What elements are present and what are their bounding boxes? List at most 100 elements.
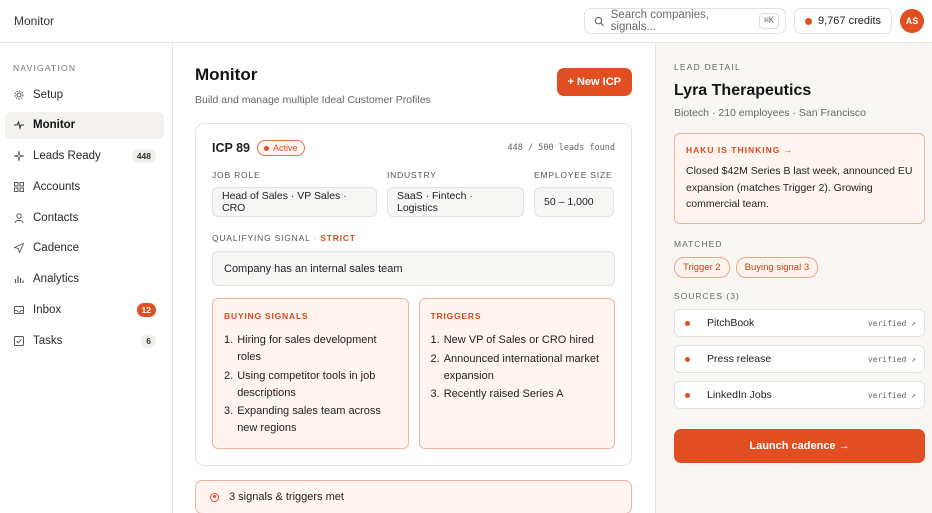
- new-icp-button[interactable]: + New ICP: [556, 68, 632, 96]
- thinking-title[interactable]: HAKU IS THINKING →: [686, 145, 913, 155]
- source-verified[interactable]: verified ↗: [868, 319, 916, 328]
- icp-name: ICP 89: [212, 141, 250, 155]
- triggers-box: TRIGGERS 1. New VP of Sales or CRO hired …: [418, 298, 615, 449]
- matched-tag[interactable]: Buying signal 3: [735, 257, 819, 278]
- lead-detail-heading: LEAD DETAIL: [674, 62, 741, 72]
- sidebar-item-leads-ready[interactable]: Leads Ready 448: [5, 143, 164, 170]
- top-bar: Monitor Search companies, signals... ⌘K …: [0, 0, 932, 43]
- job-role-field: JOB ROLE Head of Sales · VP Sales · CRO: [212, 170, 377, 217]
- list-item: 3. Expanding sales team across new region…: [224, 405, 381, 434]
- source-name: PitchBook: [707, 317, 755, 329]
- list-item: 1. Hiring for sales development roles: [224, 334, 377, 363]
- source-dot-icon: [685, 320, 690, 326]
- source-item[interactable]: Press release verified ↗: [674, 345, 925, 373]
- list-item: 2. Using competitor tools in job descript…: [224, 369, 376, 399]
- sidebar-item-tasks[interactable]: Tasks 6: [5, 327, 164, 354]
- signals-met-text: 3 signals & triggers met: [229, 491, 344, 503]
- sidebar-item-label: Monitor: [33, 119, 76, 132]
- sidebar-item-label: Contacts: [33, 211, 79, 224]
- lead-detail-panel: LEAD DETAIL Lyra Therapeutics Biotech · …: [655, 43, 932, 513]
- employee-size-value[interactable]: 50 – 1,000: [534, 187, 614, 217]
- qualifying-label-text: QUALIFYING SIGNAL ·: [212, 233, 321, 243]
- employee-size-field: EMPLOYEE SIZE 50 – 1,000: [534, 170, 614, 217]
- job-role-value[interactable]: Head of Sales · VP Sales · CRO: [212, 187, 377, 217]
- pulse-icon: [14, 120, 24, 131]
- credits-dot-icon: [805, 17, 813, 25]
- nav-heading: NAVIGATION: [13, 63, 77, 73]
- list-item: 2. Announced international market expansi…: [430, 352, 600, 382]
- credits-label: 9,767 credits: [818, 15, 881, 27]
- lead-company-name: Lyra Therapeutics: [674, 82, 812, 99]
- tasks-count-badge: 6: [141, 333, 156, 348]
- avatar[interactable]: AS: [900, 9, 924, 33]
- source-dot-icon: [685, 356, 690, 362]
- signals-row: BUYING SIGNALS 1. Hiring for sales develo…: [212, 298, 615, 449]
- icp-card-header: ICP 89 Active 448 / 500 leads found: [212, 140, 615, 156]
- sidebar-item-contacts[interactable]: Contacts: [5, 204, 164, 231]
- launch-cadence-button[interactable]: Launch cadence →: [674, 429, 925, 463]
- search-input[interactable]: Search companies, signals... ⌘K: [584, 8, 787, 34]
- list-item: 3. Recently raised Series A: [430, 388, 564, 400]
- search-placeholder: Search companies, signals...: [610, 9, 710, 33]
- source-verified[interactable]: verified ↗: [868, 391, 916, 400]
- signals-met-banner[interactable]: 3 signals & triggers met: [195, 480, 632, 513]
- triggers-title: TRIGGERS: [430, 311, 482, 321]
- sidebar-item-analytics[interactable]: Analytics: [5, 266, 164, 293]
- sidebar-item-monitor[interactable]: Monitor: [5, 111, 164, 139]
- industry-value[interactable]: SaaS · Fintech · Logistics: [387, 187, 524, 217]
- inbox-count-badge: 12: [136, 303, 156, 318]
- leads-count-badge: 448: [131, 149, 156, 164]
- icp-card[interactable]: ICP 89 Active 448 / 500 leads found JOB …: [195, 123, 632, 466]
- search-icon: [594, 16, 604, 26]
- sidebar-item-label: Analytics: [33, 273, 80, 286]
- lead-company-meta: Biotech · 210 employees · San Francisco: [674, 107, 867, 119]
- triggers-list: 1. New VP of Sales or CRO hired 2. Announc…: [431, 332, 604, 403]
- list-item: 1. New VP of Sales or CRO hired: [430, 334, 594, 346]
- field-label: INDUSTRY: [387, 170, 437, 180]
- sidebar-item-cadence[interactable]: Cadence: [5, 235, 164, 262]
- buying-signals-title: BUYING SIGNALS: [224, 311, 309, 321]
- matched-tag[interactable]: Trigger 2: [674, 257, 730, 278]
- status-label: Active: [273, 143, 298, 153]
- inbox-icon: [14, 306, 24, 315]
- source-name: Press release: [707, 353, 772, 365]
- window-title: Monitor: [14, 14, 55, 28]
- icp-fields: JOB ROLE Head of Sales · VP Sales · CRO …: [212, 170, 615, 217]
- thinking-text: Closed $42M Series B last week, announce…: [686, 165, 913, 210]
- source-dot-icon: [685, 392, 690, 398]
- sidebar-item-label: Leads Ready: [33, 150, 101, 163]
- target-icon: [210, 492, 219, 502]
- sidebar-item-label: Tasks: [33, 334, 63, 347]
- source-verified[interactable]: verified ↗: [868, 355, 916, 364]
- matched-tags: Trigger 2 Buying signal 3: [674, 257, 925, 278]
- send-icon: [14, 243, 24, 254]
- sidebar-item-label: Accounts: [33, 180, 81, 193]
- source-item[interactable]: PitchBook verified ↗: [674, 309, 925, 337]
- sidebar-item-inbox[interactable]: Inbox 12: [5, 297, 164, 324]
- credits-badge[interactable]: 9,767 credits: [794, 8, 892, 34]
- qualifying-signal-value[interactable]: Company has an internal sales team: [212, 251, 615, 286]
- sparkle-icon: [14, 151, 24, 162]
- field-label: JOB ROLE: [212, 170, 261, 180]
- search-shortcut: ⌘K: [758, 13, 780, 29]
- source-name: LinkedIn Jobs: [707, 389, 772, 401]
- buying-signals-box: BUYING SIGNALS 1. Hiring for sales develo…: [212, 298, 409, 449]
- sources-label: SOURCES (3): [674, 291, 740, 301]
- field-label: EMPLOYEE SIZE: [534, 170, 613, 180]
- leads-found: 448 / 500 leads found: [507, 143, 615, 153]
- sidebar-item-setup[interactable]: Setup: [5, 81, 164, 108]
- sidebar-item-label: Cadence: [33, 242, 80, 255]
- bar-chart-icon: [14, 276, 24, 284]
- status-badge: Active: [257, 140, 305, 156]
- grid-icon: [14, 181, 24, 192]
- source-item[interactable]: LinkedIn Jobs verified ↗: [674, 381, 925, 409]
- industry-field: INDUSTRY SaaS · Fintech · Logistics: [387, 170, 524, 217]
- status-dot-icon: [264, 145, 269, 151]
- buying-signals-list: 1. Hiring for sales development roles 2. U…: [224, 332, 397, 437]
- thinking-box: HAKU IS THINKING → Closed $42M Series B …: [674, 133, 925, 224]
- checkbox-icon: [14, 335, 24, 346]
- gear-icon: [14, 90, 24, 99]
- qualifying-signal-label: QUALIFYING SIGNAL · STRICT: [212, 233, 615, 243]
- matched-label: MATCHED: [674, 239, 723, 249]
- sidebar-item-accounts[interactable]: Accounts: [5, 173, 164, 200]
